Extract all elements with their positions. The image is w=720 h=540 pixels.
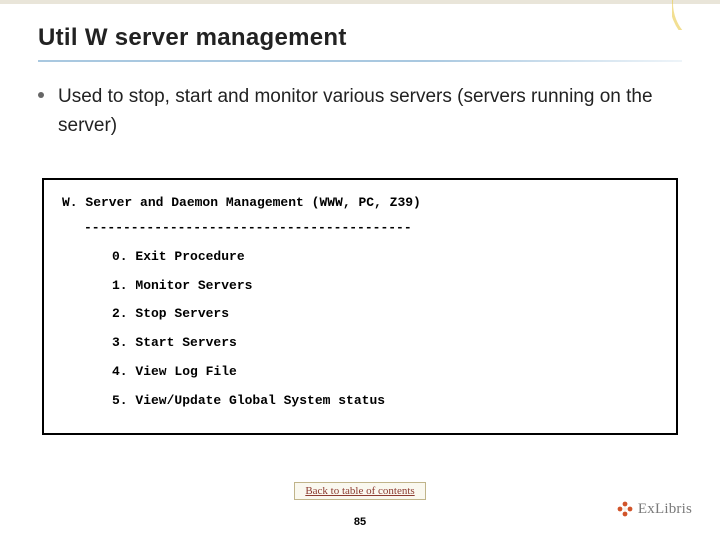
menu-item: 2. Stop Servers: [112, 305, 666, 324]
logo-flower-icon: [616, 500, 634, 518]
title-block: Util W server management: [38, 24, 682, 62]
bullet-item: Used to stop, start and monitor various …: [38, 82, 682, 141]
exlibris-logo: ExLibris: [616, 500, 692, 518]
menu-separator: ----------------------------------------…: [54, 219, 666, 238]
toc-link-container: Back to table of contents: [0, 481, 720, 500]
title-underline: [38, 60, 682, 62]
menu-box: W. Server and Daemon Management (WWW, PC…: [42, 178, 678, 435]
menu-item: 5. View/Update Global System status: [112, 392, 666, 411]
menu-item: 3. Start Servers: [112, 334, 666, 353]
slide-title: Util W server management: [38, 24, 682, 52]
back-to-toc-link[interactable]: Back to table of contents: [294, 482, 425, 500]
logo-text: ExLibris: [638, 501, 692, 518]
menu-item: 0. Exit Procedure: [112, 248, 666, 267]
bullet-text: Used to stop, start and monitor various …: [58, 82, 682, 141]
menu-header: W. Server and Daemon Management (WWW, PC…: [54, 194, 666, 213]
slide: Util W server management Used to stop, s…: [0, 0, 720, 540]
bullet-dot-icon: [38, 92, 44, 98]
top-accent-bar: [0, 0, 720, 4]
menu-items: 0. Exit Procedure 1. Monitor Servers 2. …: [54, 248, 666, 411]
menu-item: 4. View Log File: [112, 363, 666, 382]
menu-item: 1. Monitor Servers: [112, 277, 666, 296]
page-number: 85: [0, 516, 720, 528]
